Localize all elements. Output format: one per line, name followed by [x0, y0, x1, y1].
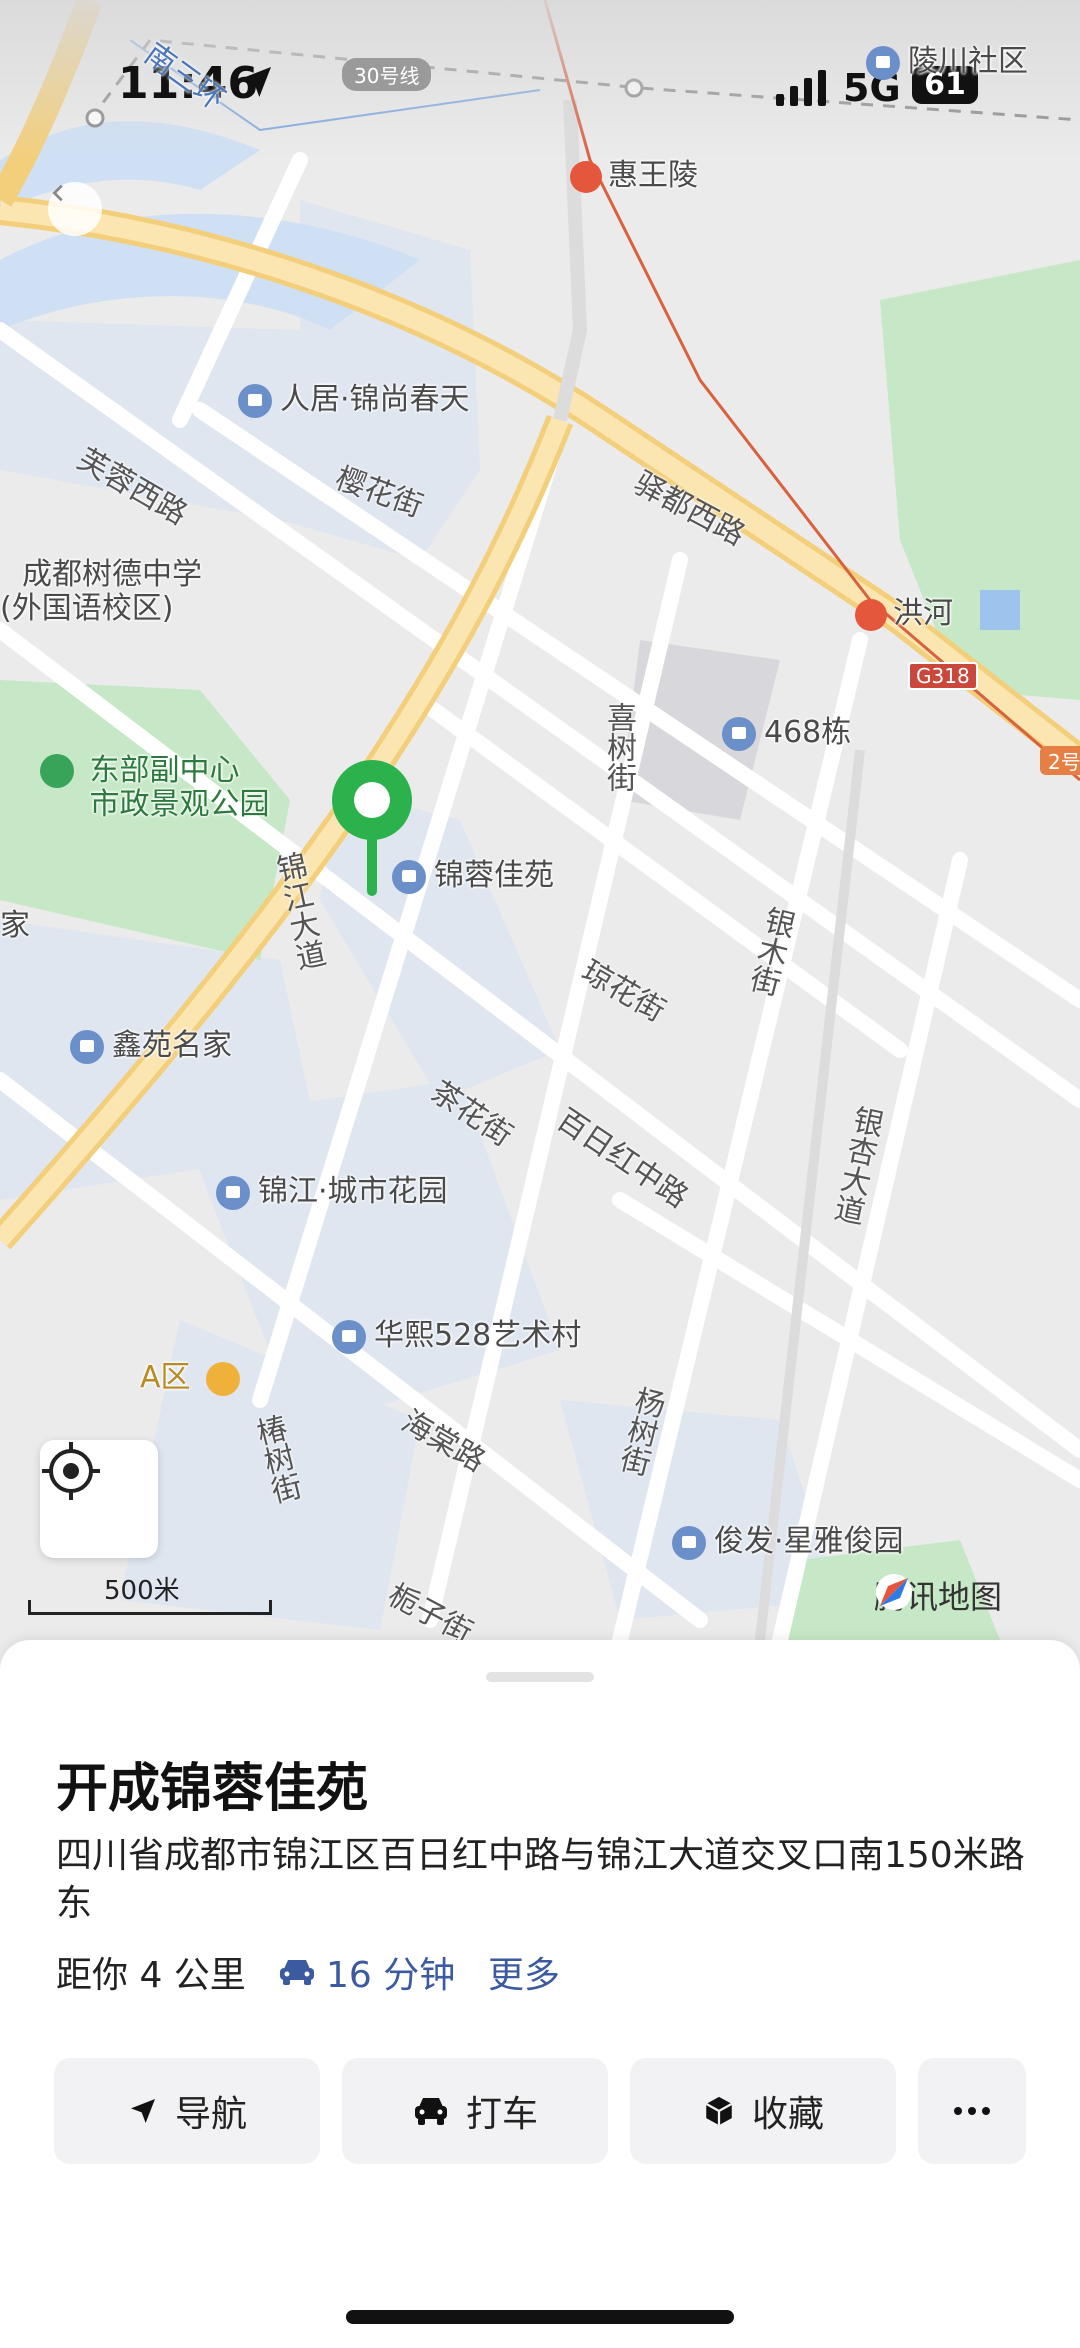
metro-station-label[interactable]: 惠王陵 — [570, 150, 698, 194]
ring-road-shield: 2号 — [1040, 746, 1080, 775]
community-icon — [866, 45, 900, 80]
map-label[interactable]: 陵川社区 — [866, 36, 1028, 80]
residence-icon — [332, 1319, 366, 1354]
taxi-button[interactable]: 打车 — [342, 2058, 608, 2164]
building-label[interactable]: 468栋 — [722, 707, 851, 751]
road-label: 喜树街 — [601, 702, 636, 792]
place-detail-sheet[interactable]: 开成锦蓉佳苑 四川省成都市锦江区百日红中路与锦江大道交叉口南150米路东 距你 … — [0, 1640, 1080, 2348]
destination-label[interactable]: 锦蓉佳苑 — [392, 850, 554, 894]
tree-icon — [40, 754, 74, 788]
ellipsis-icon — [954, 2107, 990, 2115]
map-label[interactable]: 俊发·星雅俊园 — [672, 1516, 904, 1560]
metro-line-label: 30号线 — [342, 58, 432, 91]
map-label[interactable]: 鑫苑名家 — [70, 1020, 232, 1064]
more-options-button[interactable] — [918, 2058, 1026, 2164]
chevron-left-icon — [52, 184, 63, 202]
favorite-button[interactable]: 收藏 — [630, 2058, 896, 2164]
residence-icon — [70, 1029, 104, 1064]
location-pin[interactable] — [330, 758, 414, 898]
map-label[interactable]: 华熙528艺术村 — [332, 1310, 581, 1354]
distance-text: 距你 4 公里 — [56, 1955, 246, 1996]
back-button[interactable] — [48, 182, 102, 236]
car-icon — [280, 1960, 314, 1985]
metro-icon — [855, 598, 887, 631]
map-label[interactable]: A区 — [140, 1352, 241, 1396]
map-canvas — [0, 0, 1080, 1660]
building-icon — [722, 716, 756, 751]
sheet-drag-handle[interactable] — [486, 1672, 594, 1682]
residence-icon — [216, 1175, 250, 1210]
brand-logo: 腾讯地图 — [874, 1572, 1002, 1618]
map-view[interactable]: 11:46 5G 61 陵川社区 惠王陵 洪河 人居·锦尚春天 樱花街 芙蓉西路… — [0, 0, 1080, 1660]
locate-me-button[interactable] — [40, 1440, 158, 1558]
place-title: 开成锦蓉佳苑 — [56, 1759, 369, 1819]
metro-icon — [570, 160, 602, 193]
car-icon — [414, 2098, 447, 2125]
navigation-arrow-icon — [130, 2099, 155, 2123]
box-icon — [705, 2096, 733, 2126]
more-link[interactable]: 更多 — [488, 1946, 560, 1998]
compass-icon — [876, 1574, 912, 1610]
drive-time-link[interactable]: 16 分钟 — [278, 1946, 455, 1998]
school-label[interactable]: 成都树德中学 (外国语校区) — [0, 558, 202, 626]
crosshair-icon — [42, 1442, 100, 1500]
highway-shield: G318 — [908, 662, 978, 690]
place-address: 四川省成都市锦江区百日红中路与锦江大道交叉口南150米路东 — [56, 1835, 1025, 1924]
shopping-bag-icon — [206, 1361, 241, 1396]
metro-station-label[interactable]: 洪河 — [855, 588, 953, 632]
map-label: 家 — [0, 908, 30, 943]
home-indicator[interactable] — [346, 2310, 734, 2324]
scale-bar — [28, 1600, 272, 1615]
map-label[interactable]: 锦江·城市花园 — [216, 1166, 448, 1210]
navigate-button[interactable]: 导航 — [54, 2058, 320, 2164]
map-label[interactable]: 人居·锦尚春天 — [238, 374, 470, 418]
park-label[interactable]: 东部副中心 市政景观公园 — [40, 754, 270, 822]
residence-icon — [238, 383, 272, 418]
residence-icon — [672, 1525, 706, 1560]
